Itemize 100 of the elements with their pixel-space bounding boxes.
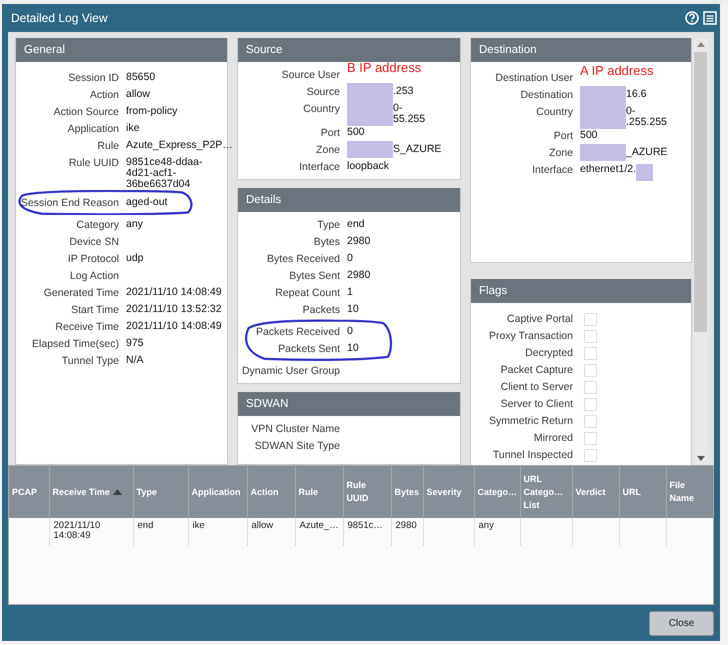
field-label: Zone bbox=[548, 146, 573, 160]
field-value: _AZURE bbox=[626, 147, 668, 158]
field-label: Generated Time bbox=[42, 286, 119, 300]
field-label: Client to Server bbox=[500, 380, 573, 394]
column-header[interactable]: Catego… bbox=[474, 466, 520, 518]
field-value: 2980 bbox=[347, 270, 370, 281]
field-label: SDWAN Site Type bbox=[254, 439, 340, 453]
field-label: VPN Cluster Name bbox=[250, 422, 340, 436]
checkbox[interactable] bbox=[584, 364, 597, 377]
field-value: 9851ce48-ddaa-4d21-acf1-36be6637d04 bbox=[126, 157, 204, 190]
field-label: Source User bbox=[280, 68, 340, 82]
field-value: 0- 55.255 bbox=[393, 103, 426, 125]
field-label: Bytes Sent bbox=[288, 269, 340, 283]
handwritten-note: A IP address bbox=[580, 64, 654, 77]
field-value: 2980 bbox=[347, 236, 370, 247]
field-value: 2021/11/10 13:52:32 bbox=[126, 304, 222, 315]
checkbox[interactable] bbox=[584, 415, 597, 428]
field-label: Mirrored bbox=[532, 431, 573, 445]
field-label: Packets Sent bbox=[277, 342, 340, 356]
field-value: Azute_Express_P2P… bbox=[126, 140, 233, 151]
column-header[interactable]: Receive Time bbox=[49, 466, 133, 518]
field-value: 85650 bbox=[126, 72, 156, 83]
checkbox[interactable] bbox=[584, 398, 597, 411]
table-cell: 2021/11/10 14:08:49 bbox=[54, 520, 100, 541]
column-header[interactable]: Application bbox=[188, 466, 247, 518]
field-value: 0 bbox=[347, 326, 353, 337]
field-value: aged-out bbox=[126, 197, 168, 208]
field-value: 975 bbox=[126, 338, 144, 349]
help-icon[interactable] bbox=[685, 11, 699, 25]
field-value: 500 bbox=[580, 130, 598, 141]
column-header[interactable]: Type bbox=[133, 466, 188, 518]
panel-header: SDWAN bbox=[238, 392, 460, 416]
field-label: Action bbox=[88, 88, 119, 102]
field-label: Start Time bbox=[70, 303, 119, 317]
field-value: 2021/11/10 14:08:49 bbox=[126, 287, 222, 298]
field-value: from-policy bbox=[126, 106, 178, 117]
field-value: 0- .255.255 bbox=[626, 106, 667, 128]
field-value: allow bbox=[126, 89, 150, 100]
column-header[interactable]: Rule bbox=[295, 466, 343, 518]
field-label: Application bbox=[66, 122, 119, 136]
field-value: N/A bbox=[126, 355, 144, 366]
field-label: Server to Client bbox=[500, 397, 573, 411]
field-label: Port bbox=[552, 129, 573, 143]
scroll-down-arrow-icon[interactable] bbox=[696, 456, 704, 461]
field-label: Type bbox=[316, 218, 340, 232]
field-label: Bytes bbox=[312, 235, 340, 249]
field-label: Proxy Transaction bbox=[488, 329, 573, 343]
column-header[interactable]: File Name bbox=[666, 466, 713, 518]
panel-header: General bbox=[16, 38, 227, 62]
scrollbar[interactable] bbox=[693, 38, 708, 465]
field-label: Category bbox=[75, 218, 119, 232]
column-header[interactable]: Verdict bbox=[572, 466, 619, 518]
checkbox[interactable] bbox=[584, 330, 597, 343]
field-label: Rule bbox=[96, 139, 119, 153]
field-label: Port bbox=[320, 126, 340, 140]
panel-header: Source bbox=[238, 38, 460, 62]
panel-header: Details bbox=[238, 188, 460, 212]
scroll-up-arrow-icon[interactable] bbox=[696, 42, 704, 47]
close-button[interactable]: Close bbox=[649, 610, 714, 636]
field-label: Session ID bbox=[67, 71, 119, 85]
checkbox[interactable] bbox=[584, 347, 597, 360]
field-value: S_AZURE bbox=[393, 144, 442, 155]
column-header[interactable]: Severity bbox=[423, 466, 474, 518]
field-value: .253 bbox=[393, 86, 414, 97]
field-label: Destination bbox=[519, 88, 573, 102]
checkbox[interactable] bbox=[584, 432, 597, 445]
field-label: Repeat Count bbox=[274, 286, 340, 300]
field-value: 1 bbox=[347, 287, 353, 298]
table-cell: end bbox=[138, 520, 154, 531]
checkbox[interactable] bbox=[584, 449, 597, 462]
field-label: Packets bbox=[302, 303, 340, 317]
field-label: Symmetric Return bbox=[488, 414, 573, 428]
window-icon[interactable] bbox=[703, 11, 717, 25]
field-label: Session End Reason bbox=[20, 196, 119, 210]
panel-header: Destination bbox=[471, 38, 691, 62]
field-label: Country bbox=[535, 105, 573, 119]
field-label: Tunnel Inspected bbox=[492, 448, 573, 462]
column-header[interactable]: Action bbox=[247, 466, 295, 518]
field-value: 16.6 bbox=[626, 89, 646, 100]
field-label: Zone bbox=[315, 143, 340, 157]
column-header[interactable]: PCAP bbox=[9, 466, 49, 518]
field-value: udp bbox=[126, 253, 144, 264]
field-label: Captive Portal bbox=[506, 312, 573, 326]
table-cell: 9851c… bbox=[348, 520, 383, 531]
field-label: Bytes Received bbox=[266, 252, 340, 266]
checkbox[interactable] bbox=[584, 381, 597, 394]
table-cell: ike bbox=[192, 520, 205, 531]
field-label: Interface bbox=[298, 160, 340, 174]
window-title: Detailed Log View bbox=[11, 11, 108, 25]
column-header[interactable]: URL Catego… List bbox=[520, 466, 572, 518]
field-label: Packet Capture bbox=[500, 363, 573, 377]
field-value: 500 bbox=[347, 127, 365, 138]
column-header[interactable]: URL bbox=[619, 466, 666, 518]
column-header[interactable]: Rule UUID bbox=[343, 466, 391, 518]
column-header[interactable]: Bytes bbox=[391, 466, 423, 518]
field-value: any bbox=[126, 219, 143, 230]
table-cell: 2980 bbox=[396, 520, 417, 531]
table-cell: Azute_… bbox=[300, 520, 339, 531]
field-value: ethernet1/2. bbox=[580, 164, 636, 175]
checkbox[interactable] bbox=[584, 313, 597, 326]
